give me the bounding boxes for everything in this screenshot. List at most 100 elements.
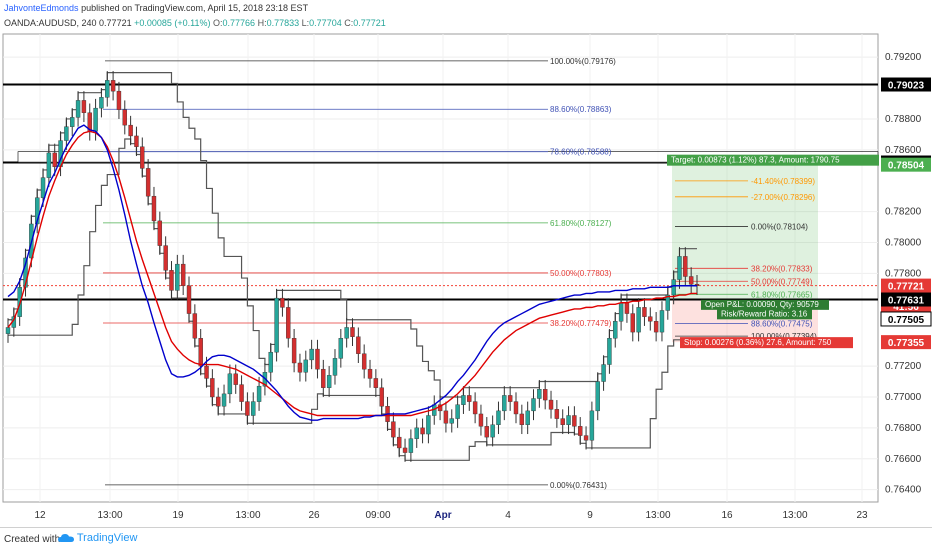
candle [636,307,641,333]
candle [531,398,536,412]
x-tick-label: 16 [721,510,733,521]
candle [163,245,168,271]
candle [653,321,659,333]
candle [373,378,379,388]
candle [414,427,419,439]
candle [105,80,110,98]
y-tick-label: 0.78600 [885,145,922,156]
candle [677,256,682,280]
y-tick-label: 0.77800 [885,268,922,279]
y-tick-label: 0.78200 [885,207,922,218]
candle [613,321,618,339]
candle [659,310,665,333]
fib-level-label: 61.80%(0.78127) [550,219,612,228]
candle [52,152,57,168]
fib-level-label: 50.00%(0.77803) [550,269,612,278]
candle [496,410,501,425]
y-tick-label: 0.76800 [885,423,922,434]
tradingview-label: TradingView [76,532,138,544]
candle [40,177,46,198]
cloud-logo-icon [58,534,74,543]
x-tick-label: Apr [434,510,451,521]
candle [683,256,688,277]
candle [513,401,519,415]
candle [309,348,314,361]
fib-level-label: 100.00%(0.79176) [550,57,616,66]
price-chart[interactable]: 0.79200 0.78800 0.78600 0.78200 0.78000 0.778… [0,0,932,527]
x-tick-label: 13:00 [97,510,122,521]
candle [180,263,186,286]
candle [519,413,525,425]
candle [618,302,624,322]
candle [75,100,81,118]
candle [595,381,600,412]
candle [624,302,630,314]
fib-level-label: 38.20%(0.77479) [550,319,612,328]
y-tick-label: 0.76400 [885,485,922,496]
candle [315,348,320,370]
candle [338,338,344,359]
candle [239,384,244,402]
fib-level-label: 0.00%(0.76431) [550,481,607,490]
rr-label: Risk/Reward Ratio: 3.16 [721,309,808,318]
stop-label: Stop: 0.00276 (0.36%) 27.6, Amount: 750 [684,338,832,347]
candle [420,427,425,435]
candle [145,168,151,197]
candle [408,438,414,453]
candle [525,410,530,425]
candle [93,107,98,132]
candle [630,313,635,333]
pnl-label: Open P&L: 0.00090, Qty: 90579 [705,300,819,309]
x-tick-label: 12 [34,510,46,521]
candle [560,418,565,425]
y-tick-label: 0.76600 [885,454,922,465]
tradingview-brand[interactable]: TradingView [58,532,137,544]
candle [472,401,478,415]
candle [642,307,647,317]
candle [449,418,454,424]
candle [490,424,495,438]
fib-level-label: -27.00%(0.78296) [751,193,815,202]
candle [291,338,297,364]
y-tick-label: 0.78000 [885,238,922,249]
candle [46,152,52,178]
candle [81,100,87,113]
fib-level-label: 61.80%(0.77665) [751,290,813,299]
candle [537,389,542,399]
price-axis-label: 0.79023 [888,81,925,92]
price-axis-label: 0.77505 [888,315,925,326]
x-tick-label: 9 [587,510,593,521]
candle [542,389,548,401]
candle [461,395,466,405]
fib-level-label: 50.00%(0.77749) [751,277,813,286]
candle [245,401,250,416]
candle [502,395,507,412]
created-with-text: Created with [4,534,61,545]
candle [554,409,560,419]
candle [484,426,489,438]
candle [688,276,694,285]
candle [478,413,484,427]
candle [367,368,373,379]
fib-level-label: 78.60%(0.78588) [550,148,612,157]
candle [443,410,449,424]
candle [169,270,174,291]
candle [566,415,571,425]
candle [157,220,163,246]
candle [455,404,460,419]
x-tick-label: 13:00 [645,510,670,521]
fib-level-label: 38.20%(0.77833) [751,264,813,273]
candle [128,124,133,137]
candle [426,415,431,435]
candle [256,385,262,402]
price-axis-label: 0.77631 [888,296,925,307]
candle [280,297,285,308]
candle [140,146,145,169]
fib-level-label: -41.40%(0.78399) [751,177,815,186]
candle [251,401,256,416]
candle [391,421,396,438]
candle [221,393,227,407]
y-tick-label: 0.79200 [885,52,922,63]
candle [134,135,139,147]
fib-level-label: 88.60%(0.78863) [550,105,612,114]
